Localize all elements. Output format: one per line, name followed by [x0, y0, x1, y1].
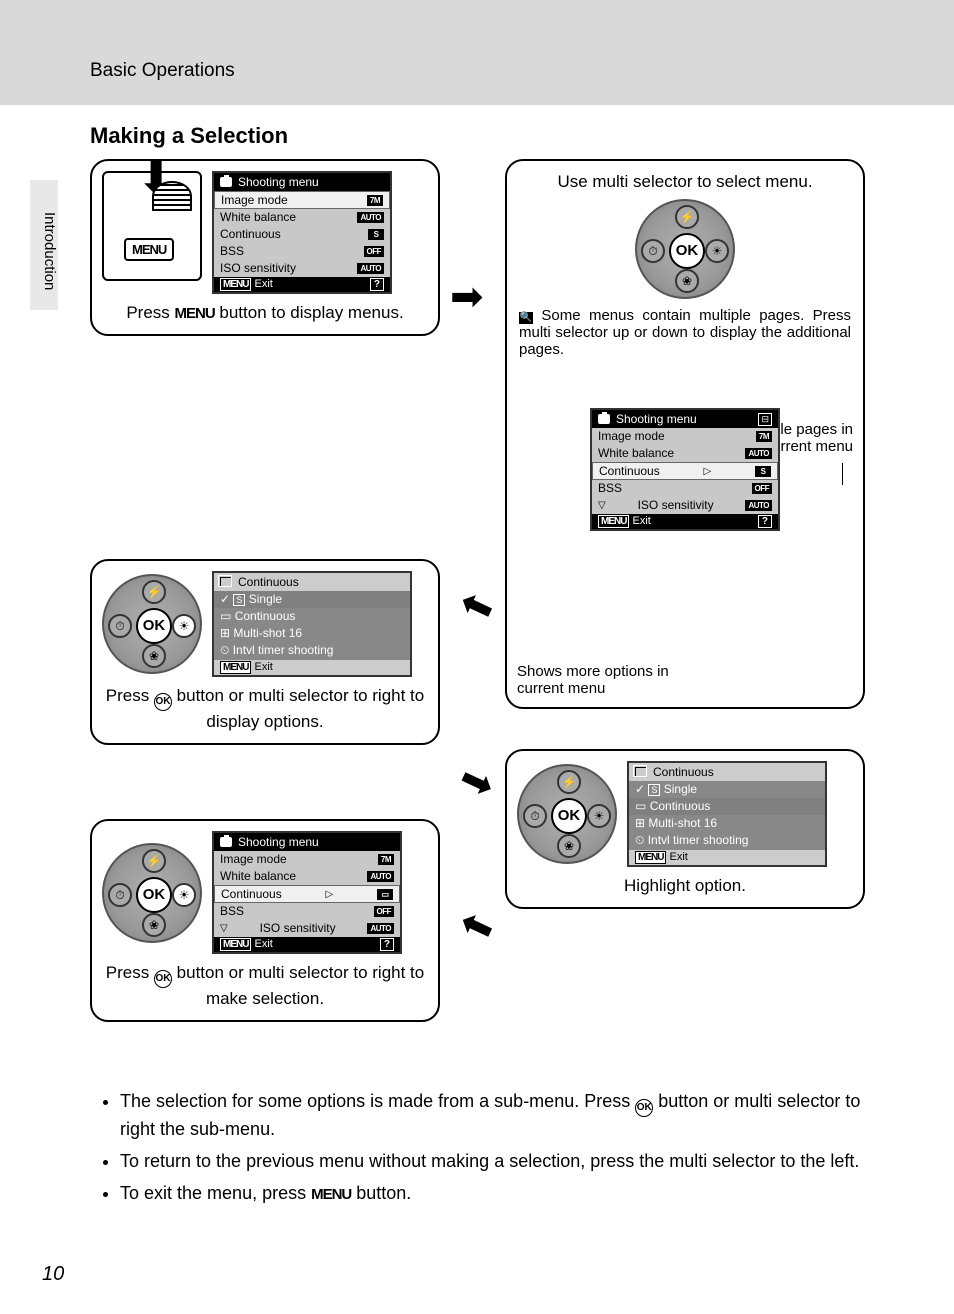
dial-left-timer-icon: ⏱ — [108, 883, 132, 907]
ok-glyph: OK — [154, 970, 172, 988]
dial-up-flash-icon: ⚡ — [675, 205, 699, 229]
step2-caption: Use multi selector to select menu. — [517, 171, 853, 193]
camera-illustration: ⬇ MENU — [102, 171, 202, 281]
side-tab-introduction: Introduction — [30, 180, 58, 310]
dial-down-macro-icon: ❀ — [557, 834, 581, 858]
multi-selector-dial: ⚡ ❀ ⏱ ☀ OK — [102, 574, 202, 674]
step1-caption: Press MENU button to display menus. — [102, 302, 428, 324]
ok-button: OK — [669, 233, 705, 269]
camera-icon — [220, 177, 232, 187]
lcd-continuous-options: Continuous ✓ S Single ▭ Continuous ⊞ Mul… — [212, 571, 412, 677]
step5-caption: Press OK button or multi selector to rig… — [102, 962, 428, 1010]
multi-selector-dial: ⚡ ❀ ⏱ ☀ OK — [517, 764, 617, 864]
step3-caption: Press OK button or multi selector to rig… — [102, 685, 428, 733]
page-number: 10 — [42, 1263, 64, 1286]
menu-button-on-camera: MENU — [124, 238, 174, 261]
step4-caption: Highlight option. — [517, 875, 853, 897]
arrow-down-right-icon: ➡ — [452, 754, 502, 810]
bullet-2: To return to the previous menu without m… — [120, 1149, 894, 1173]
dial-right-exposure-icon: ☀ — [172, 883, 196, 907]
multi-selector-dial: ⚡ ❀ ⏱ ☀ OK — [635, 199, 735, 299]
dial-down-macro-icon: ❀ — [142, 913, 166, 937]
ok-button: OK — [136, 608, 172, 644]
bullet-1: The selection for some options is made f… — [120, 1089, 894, 1141]
flow-diagram: ⬇ MENU Shooting menu Image mode7M White … — [90, 159, 870, 1069]
page-indicator-icon: ⊟ — [758, 413, 772, 426]
annotation-more-options: Shows more options in current menu — [517, 663, 717, 697]
chapter-header: Basic Operations — [0, 0, 954, 105]
multi-selector-dial: ⚡ ❀ ⏱ ☀ OK — [102, 843, 202, 943]
panel-step3: ⚡ ❀ ⏱ ☀ OK Continuous ✓ S Single ▭ Conti… — [90, 559, 440, 745]
ok-glyph: OK — [635, 1099, 653, 1117]
panel-step2: Use multi selector to select menu. ⚡ ❀ ⏱… — [505, 159, 865, 709]
section-title: Making a Selection — [90, 123, 954, 149]
ok-button: OK — [551, 798, 587, 834]
panel-step4: ⚡ ❀ ⏱ ☀ OK Continuous ✓ S Single ▭ Conti… — [505, 749, 865, 909]
dial-up-flash-icon: ⚡ — [142, 580, 166, 604]
dial-left-timer-icon: ⏱ — [523, 804, 547, 828]
dial-right-exposure-icon: ☀ — [172, 614, 196, 638]
panel-step1: ⬇ MENU Shooting menu Image mode7M White … — [90, 159, 440, 336]
panel-step5: ⚡ ❀ ⏱ ☀ OK Shooting menu Image mode7M Wh… — [90, 819, 440, 1022]
dial-up-flash-icon: ⚡ — [557, 770, 581, 794]
step2-note: 🔍 Some menus contain multiple pages. Pre… — [519, 307, 851, 358]
dial-down-macro-icon: ❀ — [142, 644, 166, 668]
continuous-icon — [635, 767, 647, 777]
dial-down-macro-icon: ❀ — [675, 269, 699, 293]
menu-glyph: MENU — [175, 305, 215, 322]
bullet-list: The selection for some options is made f… — [100, 1089, 894, 1206]
dial-right-exposure-icon: ☀ — [587, 804, 611, 828]
chapter-title: Basic Operations — [90, 60, 235, 81]
ok-button: OK — [136, 877, 172, 913]
arrow-down-left-icon: ➡ — [452, 899, 502, 955]
arrow-down-left-icon: ➡ — [452, 579, 502, 635]
note-icon: 🔍 — [519, 312, 533, 324]
camera-icon — [220, 837, 232, 847]
menu-glyph: MENU — [311, 1186, 351, 1203]
lcd-shooting-menu: Shooting menu Image mode7M White balance… — [212, 171, 392, 294]
ok-glyph: OK — [154, 693, 172, 711]
bullet-3: To exit the menu, press MENU button. — [120, 1181, 894, 1205]
lcd-continuous-highlight: Continuous ✓ S Single ▭ Continuous ⊞ Mul… — [627, 761, 827, 867]
dial-left-timer-icon: ⏱ — [108, 614, 132, 638]
dial-right-exposure-icon: ☀ — [705, 239, 729, 263]
continuous-icon — [220, 577, 232, 587]
arrow-right-icon: ➡ — [450, 274, 484, 320]
camera-icon — [598, 414, 610, 424]
camera-lens-icon — [152, 181, 192, 211]
lcd-shooting-menu-result: Shooting menu Image mode7M White balance… — [212, 831, 402, 954]
dial-left-timer-icon: ⏱ — [641, 239, 665, 263]
lcd-shooting-menu-paged: Shooting menu⊟ Image mode7M White balanc… — [590, 408, 780, 531]
dial-up-flash-icon: ⚡ — [142, 849, 166, 873]
